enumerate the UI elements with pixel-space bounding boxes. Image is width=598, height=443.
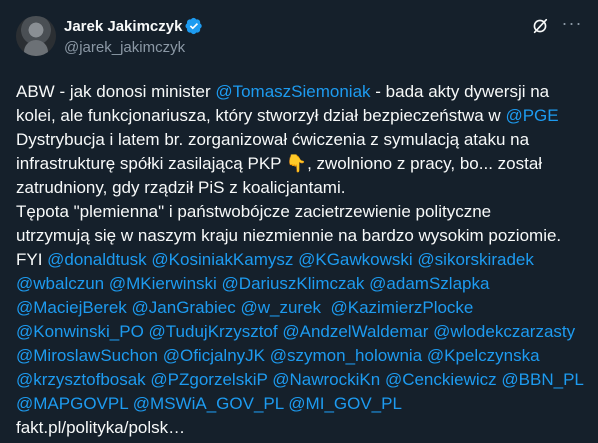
- display-name[interactable]: Jarek Jakimczyk: [64, 18, 182, 35]
- avatar[interactable]: [16, 16, 56, 56]
- tweet-header: Jarek Jakimczyk @jarek_jakimczyk ···: [16, 13, 582, 64]
- text-line-1: ABW - jak donosi minister @TomaszSiemoni…: [16, 80, 582, 104]
- mention-link[interactable]: @MAPGOVPL: [16, 394, 128, 413]
- text-line-4: infrastrukturę spółki zasilającą PKP 👇, …: [16, 154, 543, 173]
- text-line-2: kolei, ale funkcjonariusza, który stworz…: [16, 104, 582, 128]
- mention-link[interactable]: @Cenckiewicz: [385, 370, 497, 389]
- mention-link[interactable]: @donaldtusk: [47, 250, 147, 269]
- text-line-11: @Konwinski_PO @TudujKrzysztof @AndzelWal…: [16, 320, 582, 344]
- text-line-8: FYI @donaldtusk @KosiniakKamysz @KGawkow…: [16, 248, 582, 272]
- mention-link[interactable]: @MI_GOV_PL: [288, 394, 402, 413]
- mention-link[interactable]: @MiroslawSuchon: [16, 346, 158, 365]
- text-segment: ABW - jak donosi minister: [16, 82, 216, 101]
- text-line-13: @krzysztofbosak @PZgorzelskiP @NawrockiK…: [16, 368, 584, 392]
- more-options-icon[interactable]: ···: [562, 13, 582, 33]
- text-line-14: @MAPGOVPL @MSWiA_GOV_PL @MI_GOV_PL: [16, 392, 582, 416]
- handle[interactable]: @jarek_jakimczyk: [64, 38, 203, 58]
- mention-link[interactable]: @AndzelWaldemar: [282, 322, 428, 341]
- mention-link[interactable]: @w_zurek: [240, 298, 321, 317]
- top-actions: ···: [530, 13, 582, 36]
- mention-link[interactable]: @MaciejBerek: [16, 298, 127, 317]
- text-line-5: zatrudniony, gdy rządził PiS z koalicjan…: [16, 178, 346, 197]
- article-link[interactable]: fakt.pl/polityka/polsk…: [16, 418, 185, 437]
- verified-badge-icon: [185, 17, 203, 35]
- text-line-9: @wbalczun @MKierwinski @DariuszKlimczak …: [16, 272, 582, 296]
- mention-link[interactable]: @PGE: [505, 106, 558, 125]
- mention-link[interactable]: @OficjalnyJK: [163, 346, 265, 365]
- mention-link[interactable]: @TudujKrzysztof: [149, 322, 278, 341]
- text-segment: FYI: [16, 250, 48, 269]
- mention-link[interactable]: @MSWiA_GOV_PL: [133, 394, 284, 413]
- mention-link[interactable]: @wbalczun: [16, 274, 104, 293]
- text-line-12: @MiroslawSuchon @OficjalnyJK @szymon_hol…: [16, 344, 582, 368]
- mention-link[interactable]: @NawrockiKn: [272, 370, 380, 389]
- text-segment: - bada akty dywersji na: [370, 82, 550, 101]
- mention-link[interactable]: @adamSzlapka: [369, 274, 489, 293]
- author-info: Jarek Jakimczyk @jarek_jakimczyk: [64, 16, 203, 58]
- name-row: Jarek Jakimczyk: [64, 16, 203, 36]
- mention-link[interactable]: @krzysztofbosak: [16, 370, 146, 389]
- text-line-3: Dystrybucja i latem br. zorganizował ćwi…: [16, 130, 530, 149]
- mention-link[interactable]: @wlodekczarzasty: [433, 322, 575, 341]
- mention-link[interactable]: @KGawkowski: [298, 250, 413, 269]
- tweet: Jarek Jakimczyk @jarek_jakimczyk ··· ABW…: [0, 0, 598, 443]
- mention-link[interactable]: @Kpelczynska: [427, 346, 540, 365]
- text-line-6: Tępota "plemienna" i państwobójcze zacie…: [16, 202, 492, 221]
- mention-link[interactable]: @JanGrabiec: [132, 298, 236, 317]
- mention-link[interactable]: @TomaszSiemoniak: [215, 82, 370, 101]
- mention-link[interactable]: @KosiniakKamysz: [151, 250, 293, 269]
- text-line-7: utrzymują się w naszym kraju niezmiennie…: [16, 226, 562, 245]
- text-line-10: @MaciejBerek @JanGrabiec @w_zurek @Kazim…: [16, 296, 582, 320]
- tweet-text: ABW - jak donosi minister @TomaszSiemoni…: [16, 80, 584, 440]
- grok-icon[interactable]: [530, 16, 550, 36]
- text-line-15: fakt.pl/polityka/polsk…: [16, 416, 582, 440]
- mention-link[interactable]: @sikorskiradek: [417, 250, 533, 269]
- mention-link[interactable]: @Konwinski_PO: [16, 322, 144, 341]
- mention-link[interactable]: @KazimierzPlocke: [330, 298, 473, 317]
- mention-link[interactable]: @PZgorzelskiP: [150, 370, 267, 389]
- mention-link[interactable]: @szymon_holownia: [270, 346, 422, 365]
- mention-link[interactable]: @DariuszKlimczak: [222, 274, 365, 293]
- mention-link[interactable]: @MKierwinski: [109, 274, 217, 293]
- text-segment: kolei, ale funkcjonariusza, który stworz…: [16, 106, 506, 125]
- mention-link[interactable]: @BBN_PL: [501, 370, 583, 389]
